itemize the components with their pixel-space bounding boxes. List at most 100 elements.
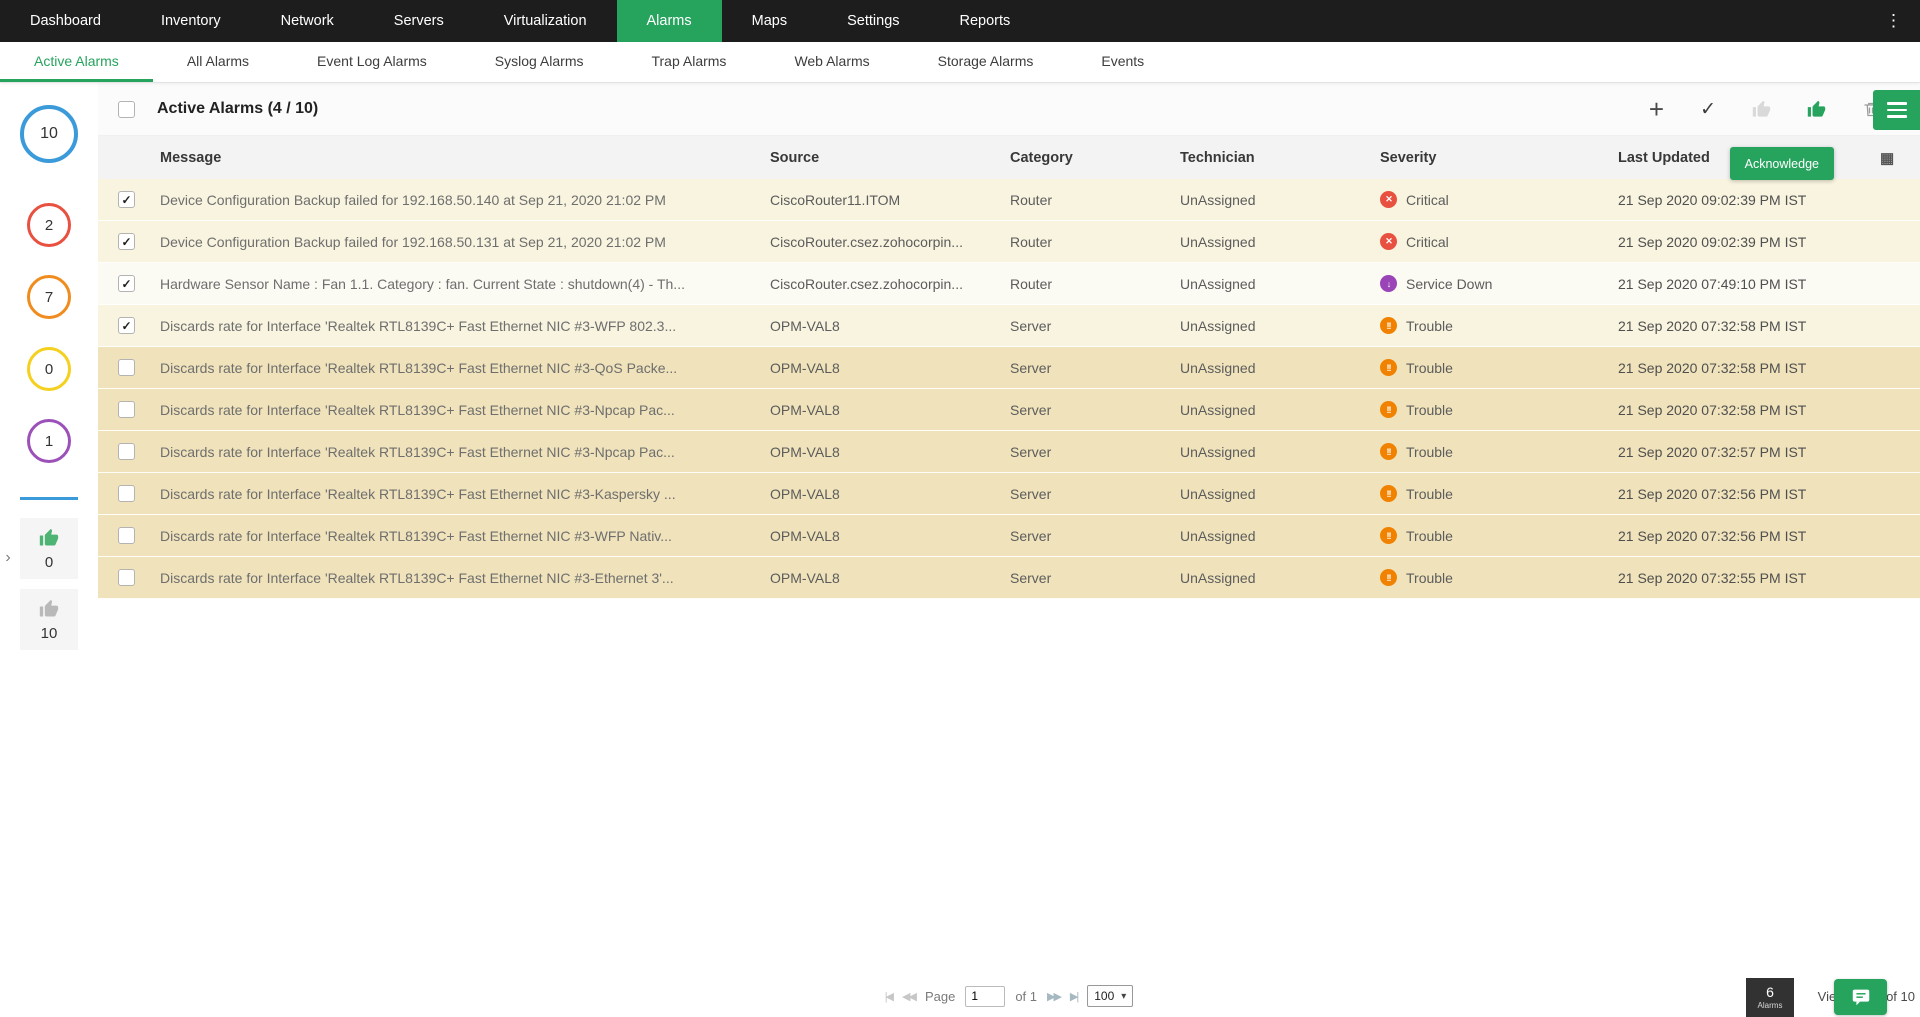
nav-dashboard[interactable]: Dashboard [0, 0, 131, 42]
alarm-message[interactable]: Hardware Sensor Name : Fan 1.1. Category… [160, 276, 770, 292]
column-header-source[interactable]: Source [770, 150, 1010, 166]
subnav-events[interactable]: Events [1067, 42, 1178, 82]
alarms-count-label: Alarms [1757, 1000, 1783, 1010]
alarm-category: Server [1010, 485, 1052, 502]
alarm-severity: ✕ Critical [1380, 191, 1618, 208]
pagination: |◀ ◀◀ Page of 1 ▶▶ ▶| 100 ▾ [98, 985, 1920, 1007]
severity-filter-attention[interactable]: 0 [27, 347, 71, 391]
alarm-severity: !! Trouble [1380, 485, 1618, 502]
alarm-message[interactable]: Discards rate for Interface 'Realtek RTL… [160, 528, 770, 544]
select-all-checkbox[interactable] [118, 100, 135, 118]
table-row[interactable]: Discards rate for Interface 'Realtek RTL… [98, 431, 1920, 473]
actions-menu-button[interactable] [1873, 90, 1920, 130]
alarm-source: OPM-VAL8 [770, 317, 840, 334]
table-row[interactable]: Discards rate for Interface 'Realtek RTL… [98, 473, 1920, 515]
alarm-message[interactable]: Discards rate for Interface 'Realtek RTL… [160, 486, 770, 502]
acknowledge-button[interactable] [1807, 100, 1826, 119]
row-checkbox[interactable] [118, 401, 135, 418]
column-header-message[interactable]: Message [160, 150, 770, 166]
alarm-message[interactable]: Discards rate for Interface 'Realtek RTL… [160, 402, 770, 418]
subnav-storage-alarms[interactable]: Storage Alarms [904, 42, 1068, 82]
table-row[interactable]: Discards rate for Interface 'Realtek RTL… [98, 389, 1920, 431]
alarm-message[interactable]: Device Configuration Backup failed for 1… [160, 192, 770, 208]
row-checkbox[interactable] [118, 443, 135, 460]
severity-icon: ↓ [1380, 275, 1397, 292]
alarm-technician: UnAssigned [1180, 317, 1256, 334]
subnav-all-alarms[interactable]: All Alarms [153, 42, 283, 82]
subnav-syslog-alarms[interactable]: Syslog Alarms [461, 42, 618, 82]
row-checkbox[interactable] [118, 527, 135, 544]
add-alarm-button[interactable]: + [1649, 96, 1664, 122]
row-checkbox[interactable] [118, 359, 135, 376]
subnav-web-alarms[interactable]: Web Alarms [760, 42, 903, 82]
alarm-message[interactable]: Discards rate for Interface 'Realtek RTL… [160, 444, 770, 460]
sidebar-expand-chevron[interactable]: › [0, 545, 16, 571]
page-size-select[interactable]: 100 ▾ [1087, 985, 1134, 1007]
row-checkbox[interactable] [118, 191, 135, 208]
severity-filter-all[interactable]: 10 [20, 105, 78, 163]
nav-network[interactable]: Network [251, 0, 364, 42]
severity-filter-trouble[interactable]: 7 [27, 275, 71, 319]
alarm-technician: UnAssigned [1180, 485, 1256, 502]
alarm-sub-nav: Active Alarms All Alarms Event Log Alarms S… [0, 42, 1920, 83]
subnav-trap-alarms[interactable]: Trap Alarms [617, 42, 760, 82]
row-checkbox[interactable] [118, 317, 135, 334]
row-checkbox[interactable] [118, 275, 135, 292]
nav-settings[interactable]: Settings [817, 0, 929, 42]
severity-icon: !! [1380, 401, 1397, 418]
severity-icon: !! [1380, 569, 1397, 586]
acknowledged-filter[interactable]: 0 [20, 518, 78, 579]
overflow-menu-icon[interactable]: ⋮ [1867, 0, 1920, 42]
alarm-message[interactable]: Discards rate for Interface 'Realtek RTL… [160, 570, 770, 586]
alarm-message[interactable]: Discards rate for Interface 'Realtek RTL… [160, 318, 770, 334]
acknowledge-tooltip: Acknowledge [1729, 147, 1834, 180]
severity-label: Trouble [1406, 527, 1453, 544]
nav-reports[interactable]: Reports [930, 0, 1041, 42]
nav-alarms[interactable]: Alarms [616, 0, 722, 42]
row-checkbox[interactable] [118, 485, 135, 502]
table-row[interactable]: Device Configuration Backup failed for 1… [98, 179, 1920, 221]
first-page-button[interactable]: |◀ [885, 990, 894, 1003]
column-header-category[interactable]: Category [1010, 150, 1180, 166]
nav-virtualization[interactable]: Virtualization [474, 0, 617, 42]
unacknowledged-filter[interactable]: 10 [20, 589, 78, 650]
alarm-severity: !! Trouble [1380, 443, 1618, 460]
subnav-active-alarms[interactable]: Active Alarms [0, 42, 153, 82]
alarm-technician: UnAssigned [1180, 401, 1256, 418]
alarm-last-updated: 21 Sep 2020 07:32:55 PM IST [1618, 569, 1807, 586]
severity-label: Trouble [1406, 485, 1453, 502]
alarm-category: Server [1010, 569, 1052, 586]
nav-servers[interactable]: Servers [364, 0, 474, 42]
unacknowledge-button[interactable] [1752, 100, 1771, 119]
severity-filter-critical[interactable]: 2 [27, 203, 71, 247]
subnav-event-log-alarms[interactable]: Event Log Alarms [283, 42, 461, 82]
column-header-technician[interactable]: Technician [1180, 150, 1380, 166]
alarm-message[interactable]: Device Configuration Backup failed for 1… [160, 234, 770, 250]
table-row[interactable]: Hardware Sensor Name : Fan 1.1. Category… [98, 263, 1920, 305]
page-number-input[interactable] [965, 985, 1006, 1007]
table-row[interactable]: Discards rate for Interface 'Realtek RTL… [98, 347, 1920, 389]
table-row[interactable]: Device Configuration Backup failed for 1… [98, 221, 1920, 263]
next-page-button[interactable]: ▶▶ [1047, 990, 1062, 1003]
table-row[interactable]: Discards rate for Interface 'Realtek RTL… [98, 557, 1920, 599]
alarms-count-widget[interactable]: 6 Alarms [1746, 978, 1794, 1017]
alarm-category: Server [1010, 359, 1052, 376]
severity-label: Trouble [1406, 359, 1453, 376]
alarm-severity: !! Trouble [1380, 569, 1618, 586]
row-checkbox[interactable] [118, 569, 135, 586]
nav-inventory[interactable]: Inventory [131, 0, 251, 42]
table-row[interactable]: Discards rate for Interface 'Realtek RTL… [98, 305, 1920, 347]
clear-alarm-button[interactable]: ✓ [1700, 98, 1716, 121]
alarm-technician: UnAssigned [1180, 527, 1256, 544]
nav-maps[interactable]: Maps [722, 0, 817, 42]
alarm-message[interactable]: Discards rate for Interface 'Realtek RTL… [160, 360, 770, 376]
severity-filter-service-down[interactable]: 1 [27, 419, 71, 463]
table-row[interactable]: Discards rate for Interface 'Realtek RTL… [98, 515, 1920, 557]
column-chooser-icon[interactable]: ▦ [1880, 149, 1920, 167]
row-checkbox[interactable] [118, 233, 135, 250]
last-page-button[interactable]: ▶| [1070, 990, 1079, 1003]
prev-page-button[interactable]: ◀◀ [902, 990, 917, 1003]
alarm-source: CiscoRouter.csez.zohocorpin... [770, 233, 963, 250]
feedback-button[interactable] [1834, 979, 1887, 1015]
column-header-severity[interactable]: Severity [1380, 150, 1618, 166]
